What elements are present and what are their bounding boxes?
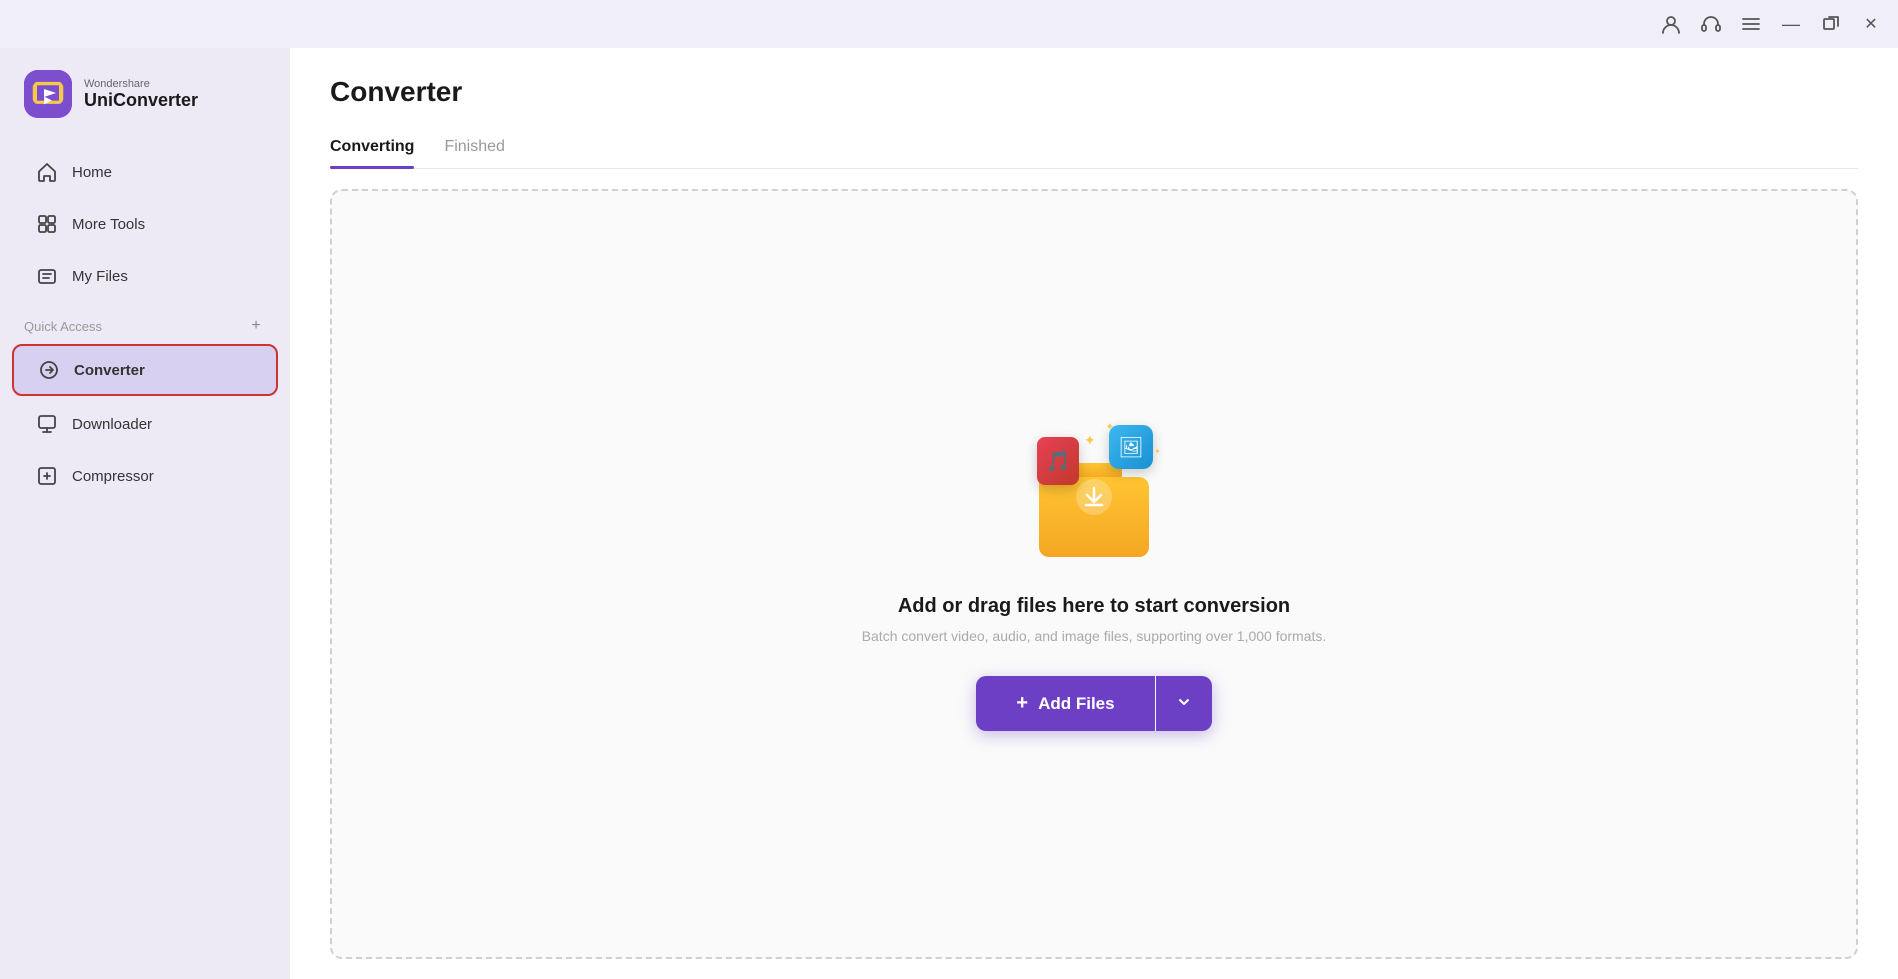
page-title: Converter xyxy=(330,76,1858,108)
music-card-icon: 🎵 xyxy=(1037,437,1079,485)
app-body: Wondershare UniConverter Home xyxy=(0,48,1898,979)
sidebar-item-my-files-label: My Files xyxy=(72,268,128,285)
folder-arrow-icon xyxy=(1076,479,1112,515)
sidebar-item-more-tools[interactable]: More Tools xyxy=(12,200,278,248)
sparkle-icon-1: ✦ xyxy=(1084,432,1096,449)
close-button[interactable]: ✕ xyxy=(1860,13,1882,35)
sidebar-item-downloader[interactable]: Downloader xyxy=(12,400,278,448)
sidebar: Wondershare UniConverter Home xyxy=(0,48,290,979)
sidebar-item-home[interactable]: Home xyxy=(12,148,278,196)
sidebar-item-converter[interactable]: Converter xyxy=(12,344,278,396)
logo-icon xyxy=(24,70,72,118)
more-tools-icon xyxy=(36,213,58,235)
add-files-dropdown-button[interactable] xyxy=(1156,676,1212,731)
drop-illustration: 🎵 🖼 ✦ ✦ ✦ xyxy=(1019,417,1169,567)
minimize-button[interactable]: — xyxy=(1780,13,1802,35)
drop-subtitle: Batch convert video, audio, and image fi… xyxy=(862,628,1327,644)
converter-icon xyxy=(38,359,60,381)
page-header: Converter Converting Finished xyxy=(290,48,1898,169)
sidebar-item-converter-label: Converter xyxy=(74,362,145,379)
folder-body xyxy=(1039,477,1149,557)
sidebar-item-compressor[interactable]: Compressor xyxy=(12,452,278,500)
sidebar-item-downloader-label: Downloader xyxy=(72,416,152,433)
tabs: Converting Finished xyxy=(330,128,1858,169)
sparkle-icon-3: ✦ xyxy=(1154,447,1161,456)
maximize-button[interactable] xyxy=(1820,13,1842,35)
headset-icon[interactable] xyxy=(1700,13,1722,35)
sidebar-item-my-files[interactable]: My Files xyxy=(12,252,278,300)
user-icon[interactable] xyxy=(1660,13,1682,35)
titlebar: — ✕ xyxy=(0,0,1898,48)
logo-text: Wondershare UniConverter xyxy=(84,78,198,111)
tab-converting[interactable]: Converting xyxy=(330,128,414,168)
add-plus-icon: + xyxy=(1016,692,1028,715)
add-files-button-group[interactable]: + Add Files xyxy=(976,676,1211,731)
quick-access-add-button[interactable]: + xyxy=(246,316,266,336)
logo-product: UniConverter xyxy=(84,90,198,111)
image-card-icon: 🖼 xyxy=(1109,425,1153,469)
quick-access-header: Quick Access + xyxy=(0,302,290,342)
drop-title: Add or drag files here to start conversi… xyxy=(898,595,1290,618)
logo-brand: Wondershare xyxy=(84,78,198,90)
home-icon xyxy=(36,161,58,183)
menu-icon[interactable] xyxy=(1740,13,1762,35)
app-logo: Wondershare UniConverter xyxy=(0,48,290,146)
tab-finished[interactable]: Finished xyxy=(444,128,504,168)
sidebar-item-compressor-label: Compressor xyxy=(72,468,154,485)
sparkle-icon-2: ✦ xyxy=(1106,422,1114,433)
quick-access-label: Quick Access xyxy=(24,319,102,334)
sidebar-item-home-label: Home xyxy=(72,164,112,181)
main-content: Converter Converting Finished xyxy=(290,48,1898,979)
my-files-icon xyxy=(36,265,58,287)
add-files-label: Add Files xyxy=(1038,694,1115,714)
downloader-icon xyxy=(36,413,58,435)
compressor-icon xyxy=(36,465,58,487)
drop-zone[interactable]: 🎵 🖼 ✦ ✦ ✦ Add or drag files here to star… xyxy=(330,189,1858,959)
sidebar-item-more-tools-label: More Tools xyxy=(72,216,145,233)
add-files-main-button[interactable]: + Add Files xyxy=(976,676,1154,731)
